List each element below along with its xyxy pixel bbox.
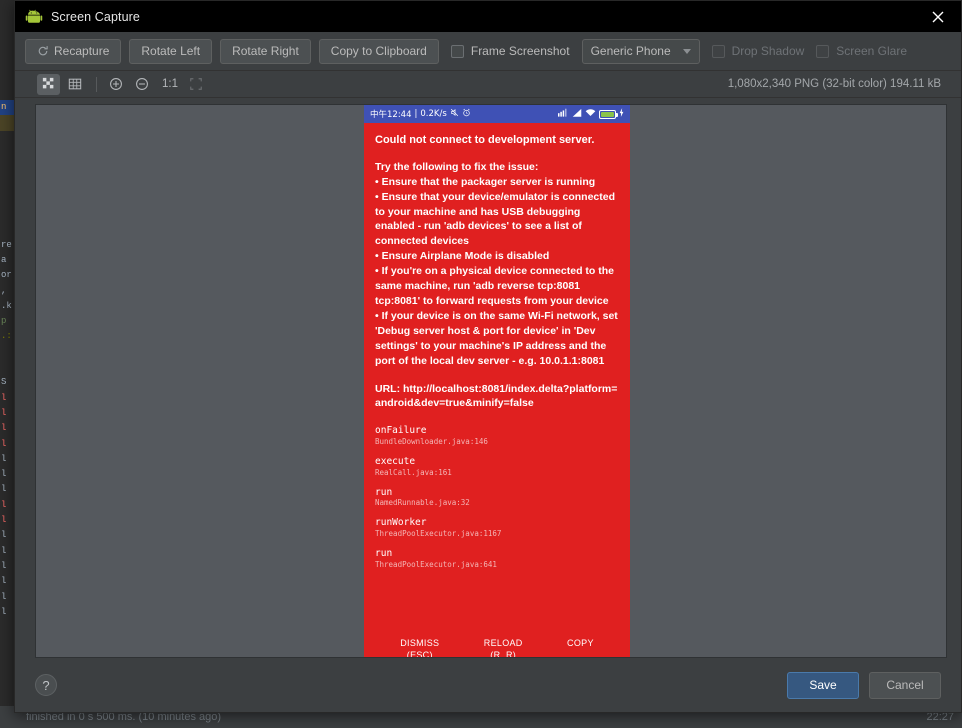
status-network-speed: 0.2K/s [420, 109, 447, 119]
stack-file: NamedRunnable.java:32 [375, 498, 470, 508]
rotate-left-label: Rotate Left [141, 44, 201, 58]
list-item: • Ensure that the packager server is run… [375, 175, 596, 188]
stack-frame: run ThreadPoolExecutor.java:641 [375, 548, 619, 570]
status-time: 中午12:44 [370, 110, 412, 120]
stack-file: BundleDownloader.java:146 [375, 437, 488, 447]
list-item: • Ensure Airplane Mode is disabled [375, 250, 550, 263]
stack-method: runWorker [375, 517, 427, 529]
redbox-actions: DISMISS (ESC) RELOAD (R, R) COPY [364, 631, 630, 658]
rotate-left-button[interactable]: Rotate Left [129, 38, 213, 64]
error-url: URL: http://localhost:8081/index.delta?p… [375, 382, 618, 410]
battery-icon [599, 109, 618, 119]
list-item: • If you're on a physical device connect… [375, 265, 614, 307]
stack-frame: run NamedRunnable.java:32 [375, 487, 619, 509]
copy-to-clipboard-label: Copy to Clipboard [330, 44, 427, 58]
redbox-error-body: Could not connect to development server.… [364, 123, 630, 631]
zoom-actual-size-button[interactable]: 1:1 [156, 78, 184, 90]
screen-glare-label: Screen Glare [836, 44, 907, 58]
fit-to-screen-icon [184, 74, 207, 95]
status-separator: | [414, 109, 418, 119]
checkbox-box [450, 44, 464, 58]
list-item: • If your device is on the same Wi-Fi ne… [375, 309, 618, 367]
close-icon[interactable] [915, 1, 961, 32]
recapture-label: Recapture [54, 44, 110, 58]
device-frame-value: Generic Phone [590, 44, 671, 58]
save-button[interactable]: Save [787, 671, 859, 699]
signal-icon [572, 108, 582, 120]
recapture-button[interactable]: Recapture [25, 38, 122, 64]
rotate-right-label: Rotate Right [232, 44, 299, 58]
dismiss-button[interactable]: DISMISS (ESC) [400, 637, 440, 658]
zoom-in-icon[interactable] [104, 74, 127, 95]
stack-file: ThreadPoolExecutor.java:641 [375, 559, 497, 569]
chevron-down-icon [682, 48, 691, 54]
dismiss-label: DISMISS [400, 637, 440, 648]
screen-capture-dialog: Screen Capture Recapture Rotate Left Rot… [14, 0, 962, 713]
captured-screenshot-image: 中午12:44 | 0.2K/s Could not connect to de… [364, 105, 630, 658]
android-status-bar: 中午12:44 | 0.2K/s [364, 105, 630, 123]
wifi-icon [585, 108, 596, 120]
error-bullet-list: • Ensure that the packager server is run… [375, 175, 619, 369]
stack-frame: execute RealCall.java:161 [375, 456, 619, 478]
signal-dual-icon [558, 108, 569, 120]
screenshot-canvas[interactable]: 中午12:44 | 0.2K/s Could not connect to de… [35, 104, 947, 658]
dialog-footer: ? Save Cancel [15, 658, 961, 712]
dismiss-hint: (ESC) [406, 649, 433, 658]
error-title: Could not connect to development server. [375, 134, 595, 146]
list-item: • Ensure that your device/emulator is co… [375, 190, 615, 248]
zoom-out-icon[interactable] [130, 74, 153, 95]
copy-label: COPY [567, 637, 594, 648]
charging-bolt-icon [619, 108, 624, 120]
image-info-label: 1,080x2,340 PNG (32-bit color) 194.11 kB [727, 78, 941, 90]
reload-button[interactable]: RELOAD (R, R) [483, 637, 523, 658]
drop-shadow-label: Drop Shadow [731, 44, 805, 58]
device-frame-select[interactable]: Generic Phone [581, 38, 700, 64]
checkbox-box [816, 44, 830, 58]
toolbar-divider [96, 76, 97, 92]
copy-button[interactable]: COPY [567, 637, 594, 657]
stack-file: ThreadPoolExecutor.java:1167 [375, 529, 502, 539]
error-stack-trace: onFailure BundleDownloader.java:146 exec… [375, 425, 619, 569]
stack-file: RealCall.java:161 [375, 467, 452, 477]
android-icon [25, 8, 43, 26]
copy-to-clipboard-button[interactable]: Copy to Clipboard [318, 38, 439, 64]
stack-frame: runWorker ThreadPoolExecutor.java:1167 [375, 517, 619, 539]
stack-method: run [375, 486, 393, 498]
refresh-icon [37, 45, 49, 57]
cancel-button[interactable]: Cancel [869, 671, 941, 699]
checkbox-box [711, 44, 725, 58]
stack-frame: onFailure BundleDownloader.java:146 [375, 425, 619, 447]
grid-overlay-icon[interactable] [63, 74, 86, 95]
screen-glare-checkbox[interactable]: Screen Glare [816, 44, 907, 58]
help-button[interactable]: ? [35, 674, 57, 696]
error-intro: Try the following to fix the issue: [375, 160, 539, 173]
rotate-right-button[interactable]: Rotate Right [220, 38, 311, 64]
transparency-grid-icon[interactable] [37, 73, 60, 95]
alarm-icon [462, 108, 471, 120]
drop-shadow-checkbox[interactable]: Drop Shadow [711, 44, 805, 58]
frame-screenshot-checkbox[interactable]: Frame Screenshot [450, 44, 570, 58]
frame-screenshot-label: Frame Screenshot [470, 44, 570, 58]
dialog-titlebar: Screen Capture [15, 1, 961, 32]
stack-method: run [375, 547, 393, 559]
capture-toolbar: Recapture Rotate Left Rotate Right Copy … [15, 32, 961, 71]
stack-method: onFailure [375, 425, 427, 437]
stack-method: execute [375, 455, 416, 467]
dialog-title: Screen Capture [51, 9, 140, 24]
mute-icon [450, 108, 459, 120]
view-toolbar: 1:1 1,080x2,340 PNG (32-bit color) 194.1… [15, 71, 961, 98]
reload-label: RELOAD [483, 637, 523, 648]
reload-hint: (R, R) [490, 649, 517, 658]
